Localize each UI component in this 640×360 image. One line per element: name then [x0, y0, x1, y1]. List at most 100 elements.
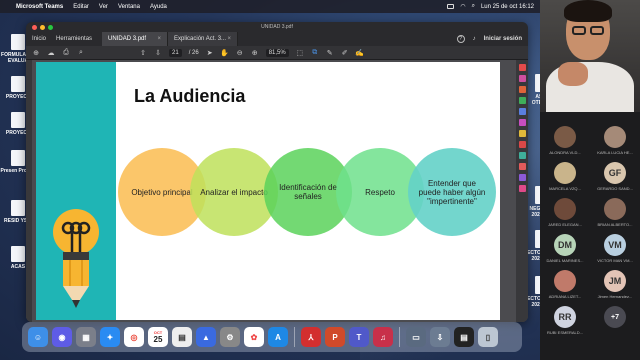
participant-tile[interactable]: BRIAN ALBERTO... — [590, 198, 640, 227]
tool-icon[interactable] — [518, 130, 526, 137]
menu-view[interactable]: Ver — [99, 4, 108, 10]
wifi-icon[interactable]: ◠ — [460, 3, 465, 10]
search-icon[interactable]: ⌕ — [472, 3, 475, 10]
sign-icon[interactable]: ✍ — [355, 49, 364, 57]
fit-page-icon[interactable]: ⬚ — [296, 49, 304, 57]
search-icon[interactable]: ⌕ — [77, 49, 85, 57]
avatar — [604, 126, 626, 148]
battery-icon[interactable] — [447, 4, 455, 9]
menu-clock[interactable]: Lun 25 de oct 16:12 — [481, 4, 534, 10]
highlight-icon[interactable]: ✐ — [341, 49, 349, 57]
tab-tools[interactable]: Herramientas — [56, 36, 92, 42]
menu-help[interactable]: Ayuda — [150, 4, 167, 10]
tool-icon[interactable] — [518, 174, 526, 181]
teams-call-panel: ALONDRA VLD... KARLA LUCIA HE... MARCELA… — [540, 0, 640, 360]
chrome-icon[interactable]: ◎ — [124, 327, 144, 347]
hand-tool-icon[interactable]: ✋ — [220, 49, 229, 57]
tool-icon[interactable] — [518, 152, 526, 159]
cursor-icon[interactable]: ➤ — [206, 49, 214, 57]
avatar — [554, 270, 576, 292]
participant-tile[interactable]: MARCELA VZQ... — [540, 162, 590, 191]
tool-icon[interactable] — [518, 86, 526, 93]
trash-icon[interactable]: ▯ — [478, 327, 498, 347]
tool-icon[interactable] — [518, 185, 526, 192]
close-tab-icon[interactable]: × — [158, 36, 162, 42]
add-icon[interactable]: ⊕ — [32, 49, 40, 57]
menu-app-name[interactable]: Microsoft Teams — [16, 4, 63, 10]
participant-tile[interactable]: JM Jimen Hernandez... — [590, 270, 640, 299]
zoom-level[interactable]: 81,5% — [265, 48, 289, 57]
help-icon[interactable]: ? — [456, 35, 465, 43]
participant-tile[interactable]: RR RUBI ESMERALD... — [540, 306, 590, 335]
pdf-toolbar: ⊕ ☁ ⎙ ⌕ ⇧ ⇩ 21 / 26 ➤ ✋ ⊖ ⊕ 81,5% ⬚ ⧉ ✎ … — [26, 46, 528, 60]
media-app-icon[interactable]: ♫ — [373, 327, 393, 347]
sign-in-button[interactable]: Iniciar sesión — [484, 36, 522, 42]
upload-icon[interactable]: ☁ — [47, 49, 55, 57]
avatar: RR — [554, 306, 576, 328]
more-participants-button[interactable]: +7 — [590, 306, 640, 330]
pdf-page: La Audiencia Objetivo principal Analizar… — [36, 62, 500, 320]
slide-title: La Audiencia — [134, 86, 246, 106]
document-icon — [11, 76, 25, 92]
tool-icon[interactable] — [518, 97, 526, 104]
participant-tile[interactable]: ALONDRA VLD... — [540, 126, 590, 155]
avatar: +7 — [604, 306, 626, 328]
participant-tile[interactable]: GF GERARDO SAND... — [590, 162, 640, 191]
maximize-window-button[interactable] — [48, 25, 53, 30]
left-panel-rail[interactable] — [26, 60, 32, 322]
bell-icon[interactable]: ♪ — [473, 36, 476, 42]
participant-tile[interactable]: KARLA LUCIA HE... — [590, 126, 640, 155]
acrobat-icon[interactable]: ⅄ — [301, 327, 321, 347]
menu-edit[interactable]: Editar — [73, 4, 89, 10]
photos-icon[interactable]: ✿ — [244, 327, 264, 347]
page-down-icon[interactable]: ⇩ — [154, 49, 162, 57]
calendar-icon[interactable]: OCT 25 — [148, 327, 168, 347]
notes-icon[interactable]: ▤ — [172, 327, 192, 347]
close-tab-icon[interactable]: × — [228, 36, 232, 42]
tab-home[interactable]: Inicio — [32, 36, 46, 42]
page-up-icon[interactable]: ⇧ — [139, 49, 147, 57]
keynote-icon[interactable]: ▲ — [196, 327, 216, 347]
downloads-icon[interactable]: ⇩ — [430, 327, 450, 347]
participant-tile[interactable]: ADRIANA LIZET... — [540, 270, 590, 299]
tool-icon[interactable] — [518, 119, 526, 126]
recent-window-icon[interactable]: ▤ — [454, 327, 474, 347]
finder-icon[interactable]: ☺ — [28, 327, 48, 347]
tool-icon[interactable] — [518, 64, 526, 71]
tool-icon[interactable] — [518, 75, 526, 82]
launchpad-icon[interactable]: ▦ — [76, 327, 96, 347]
tool-icon[interactable] — [518, 108, 526, 115]
presenter-video[interactable] — [540, 0, 640, 112]
close-window-button[interactable] — [32, 25, 37, 30]
print-icon[interactable]: ⎙ — [62, 49, 70, 57]
safari-icon[interactable]: ✦ — [100, 327, 120, 347]
siri-icon[interactable]: ◉ — [52, 327, 72, 347]
page-number-input[interactable]: 21 — [169, 48, 182, 57]
document-tab[interactable]: UNIDAD 3.pdf × — [102, 32, 169, 46]
tool-icon[interactable] — [518, 141, 526, 148]
powerpoint-icon[interactable]: P — [325, 327, 345, 347]
participant-tile[interactable]: DM DANIEL MARINES... — [540, 234, 590, 263]
menu-window[interactable]: Ventana — [118, 4, 140, 10]
tool-icon[interactable] — [518, 163, 526, 170]
app-store-icon[interactable]: A — [268, 327, 288, 347]
concept-circle: Entender que puede haber algún "impertin… — [408, 148, 496, 236]
avatar: VM — [604, 234, 626, 256]
document-tab[interactable]: Explicación Act. 3... × — [168, 32, 239, 46]
document-viewer[interactable]: La Audiencia Objetivo principal Analizar… — [26, 60, 528, 322]
settings-gear-icon[interactable]: ⚙ — [220, 327, 240, 347]
avatar: JM — [604, 270, 626, 292]
scan-icon[interactable]: ⧉ — [311, 49, 319, 57]
comment-icon[interactable]: ✎ — [326, 49, 334, 57]
teams-icon[interactable]: T — [349, 327, 369, 347]
page-total: / 26 — [188, 49, 199, 56]
participant-tile[interactable]: VM VICTOR MAN VM... — [590, 234, 640, 263]
zoom-out-icon[interactable]: ⊖ — [236, 49, 244, 57]
lightbulb-pencil-icon — [53, 209, 99, 308]
avatar — [554, 162, 576, 184]
window-titlebar[interactable]: UNIDAD 3.pdf — [26, 22, 528, 32]
participant-tile[interactable]: JARED ELEGAN... — [540, 198, 590, 227]
minimize-window-button[interactable] — [40, 25, 45, 30]
folder-icon[interactable]: ▭ — [406, 327, 426, 347]
zoom-in-icon[interactable]: ⊕ — [251, 49, 259, 57]
